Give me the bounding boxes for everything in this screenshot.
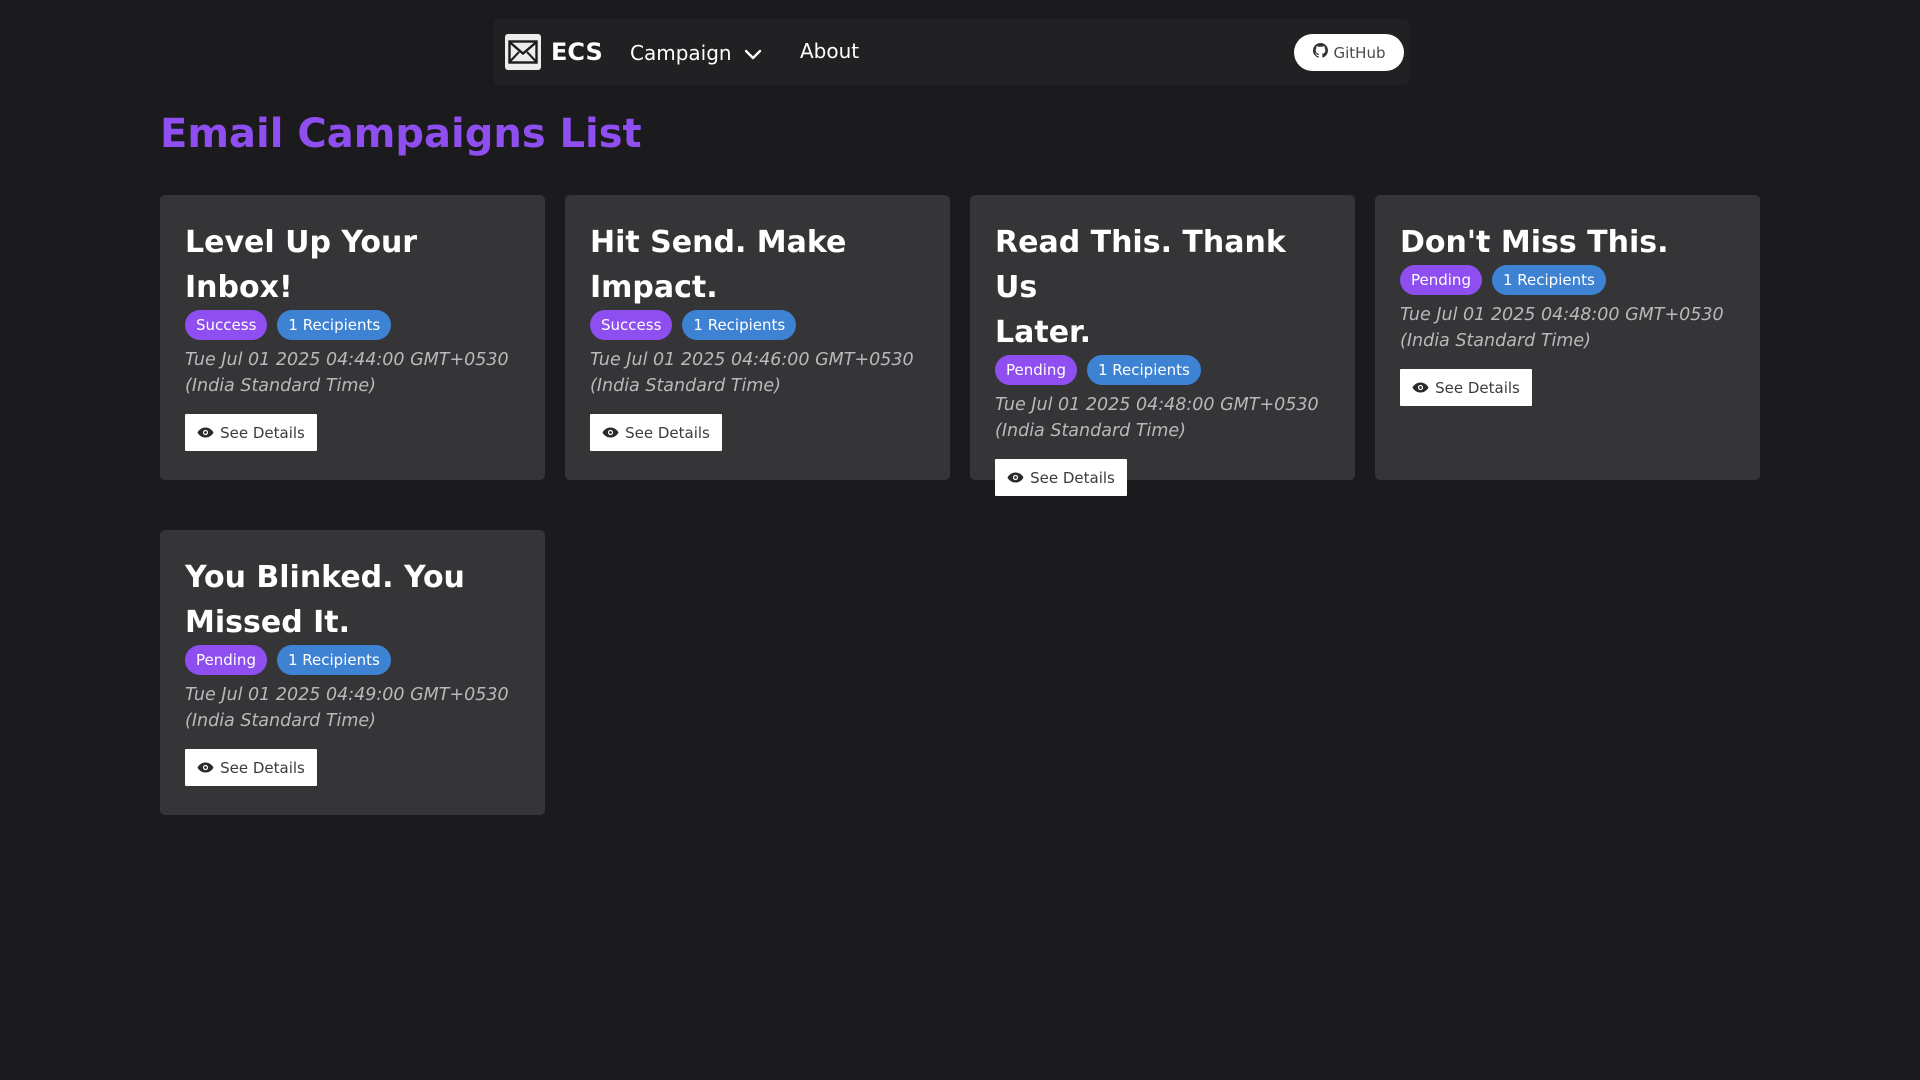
recipients-badge: 1 Recipients [682, 310, 797, 340]
recipients-badge: 1 Recipients [277, 310, 392, 340]
campaign-date: Tue Jul 01 2025 04:46:00 GMT+0530 (India… [590, 347, 925, 399]
campaign-card: Level Up Your Inbox! Success 1 Recipient… [160, 195, 545, 480]
badge-row: Success 1 Recipients [590, 310, 925, 340]
status-badge: Pending [1400, 265, 1482, 295]
date-line: Tue Jul 01 2025 04:48:00 GMT+0530 [1400, 305, 1724, 325]
badge-row: Pending 1 Recipients [185, 645, 520, 675]
envelope-icon [505, 34, 541, 70]
campaign-title: Hit Send. Make Impact. [590, 220, 925, 310]
recipients-badge: 1 Recipients [1491, 265, 1606, 295]
eye-icon [1007, 469, 1030, 487]
page-title: Email Campaigns List [160, 111, 642, 157]
campaign-title-line: You Blinked. You [185, 560, 465, 595]
timezone-line: (India Standard Time) [185, 711, 377, 731]
campaign-card: Hit Send. Make Impact. Success 1 Recipie… [565, 195, 950, 480]
github-icon [1312, 43, 1334, 62]
see-details-label: See Details [220, 423, 305, 442]
campaign-card: Read This. Thank Us Later. Pending 1 Rec… [970, 195, 1355, 496]
campaign-date: Tue Jul 01 2025 04:48:00 GMT+0530 (India… [995, 392, 1330, 444]
badge-row: Pending 1 Recipients [995, 355, 1330, 385]
status-badge: Pending [995, 355, 1077, 385]
date-line: Tue Jul 01 2025 04:48:00 GMT+0530 [995, 395, 1319, 415]
campaign-date: Tue Jul 01 2025 04:49:00 GMT+0530 (India… [185, 682, 520, 734]
campaign-title: You Blinked. You Missed It. [185, 555, 520, 645]
see-details-button[interactable]: See Details [1400, 369, 1532, 406]
about-link[interactable]: About [800, 39, 859, 63]
see-details-button[interactable]: See Details [185, 414, 317, 451]
campaign-title-text: Don't Miss This. [1400, 225, 1669, 260]
see-details-button[interactable]: See Details [995, 459, 1127, 496]
github-label: GitHub [1333, 43, 1386, 62]
see-details-label: See Details [625, 423, 710, 442]
badge-row: Success 1 Recipients [185, 310, 520, 340]
campaign-date: Tue Jul 01 2025 04:44:00 GMT+0530 (India… [185, 347, 520, 399]
see-details-label: See Details [1030, 468, 1115, 487]
status-badge: Pending [185, 645, 267, 675]
campaign-title-line: Read This. Thank Us [995, 225, 1286, 305]
eye-icon [197, 424, 220, 442]
date-line: Tue Jul 01 2025 04:44:00 GMT+0530 [185, 350, 509, 370]
campaign-title-text: Level Up Your Inbox! [185, 225, 418, 305]
timezone-line: (India Standard Time) [590, 376, 782, 396]
eye-icon [197, 759, 220, 777]
timezone-line: (India Standard Time) [995, 421, 1187, 441]
chevron-down-icon [744, 42, 762, 66]
badge-row: Pending 1 Recipients [1400, 265, 1735, 295]
campaign-card: Don't Miss This. Pending 1 Recipients Tu… [1375, 195, 1760, 480]
github-button[interactable]: GitHub [1294, 34, 1404, 71]
see-details-label: See Details [220, 758, 305, 777]
timezone-line: (India Standard Time) [1400, 331, 1592, 351]
see-details-button[interactable]: See Details [590, 414, 722, 451]
eye-icon [602, 424, 625, 442]
campaign-dropdown[interactable]: Campaign [630, 39, 762, 66]
date-line: Tue Jul 01 2025 04:49:00 GMT+0530 [185, 685, 509, 705]
brand-name: ECS [551, 38, 603, 66]
campaign-title-line: Later. [995, 315, 1091, 350]
date-line: Tue Jul 01 2025 04:46:00 GMT+0530 [590, 350, 914, 370]
campaign-title-line: Impact. [590, 270, 718, 305]
about-label: About [800, 39, 860, 63]
eye-icon [1412, 379, 1435, 397]
campaign-title: Read This. Thank Us Later. [995, 220, 1330, 355]
campaign-date: Tue Jul 01 2025 04:48:00 GMT+0530 (India… [1400, 302, 1735, 354]
campaign-label: Campaign [630, 40, 732, 65]
navbar: ECS Campaign About GitHub [494, 19, 1409, 85]
campaign-title-line: Missed It. [185, 605, 351, 640]
timezone-line: (India Standard Time) [185, 376, 377, 396]
recipients-badge: 1 Recipients [276, 645, 391, 675]
status-badge: Success [590, 310, 673, 340]
campaign-card: You Blinked. You Missed It. Pending 1 Re… [160, 530, 545, 815]
campaign-title: Level Up Your Inbox! [185, 220, 520, 310]
see-details-button[interactable]: See Details [185, 749, 317, 786]
status-badge: Success [185, 310, 268, 340]
campaign-title-line: Hit Send. Make [590, 225, 847, 260]
recipients-badge: 1 Recipients [1086, 355, 1201, 385]
see-details-label: See Details [1435, 378, 1520, 397]
campaign-title: Don't Miss This. [1400, 220, 1735, 265]
brand-link[interactable]: ECS [505, 33, 603, 71]
